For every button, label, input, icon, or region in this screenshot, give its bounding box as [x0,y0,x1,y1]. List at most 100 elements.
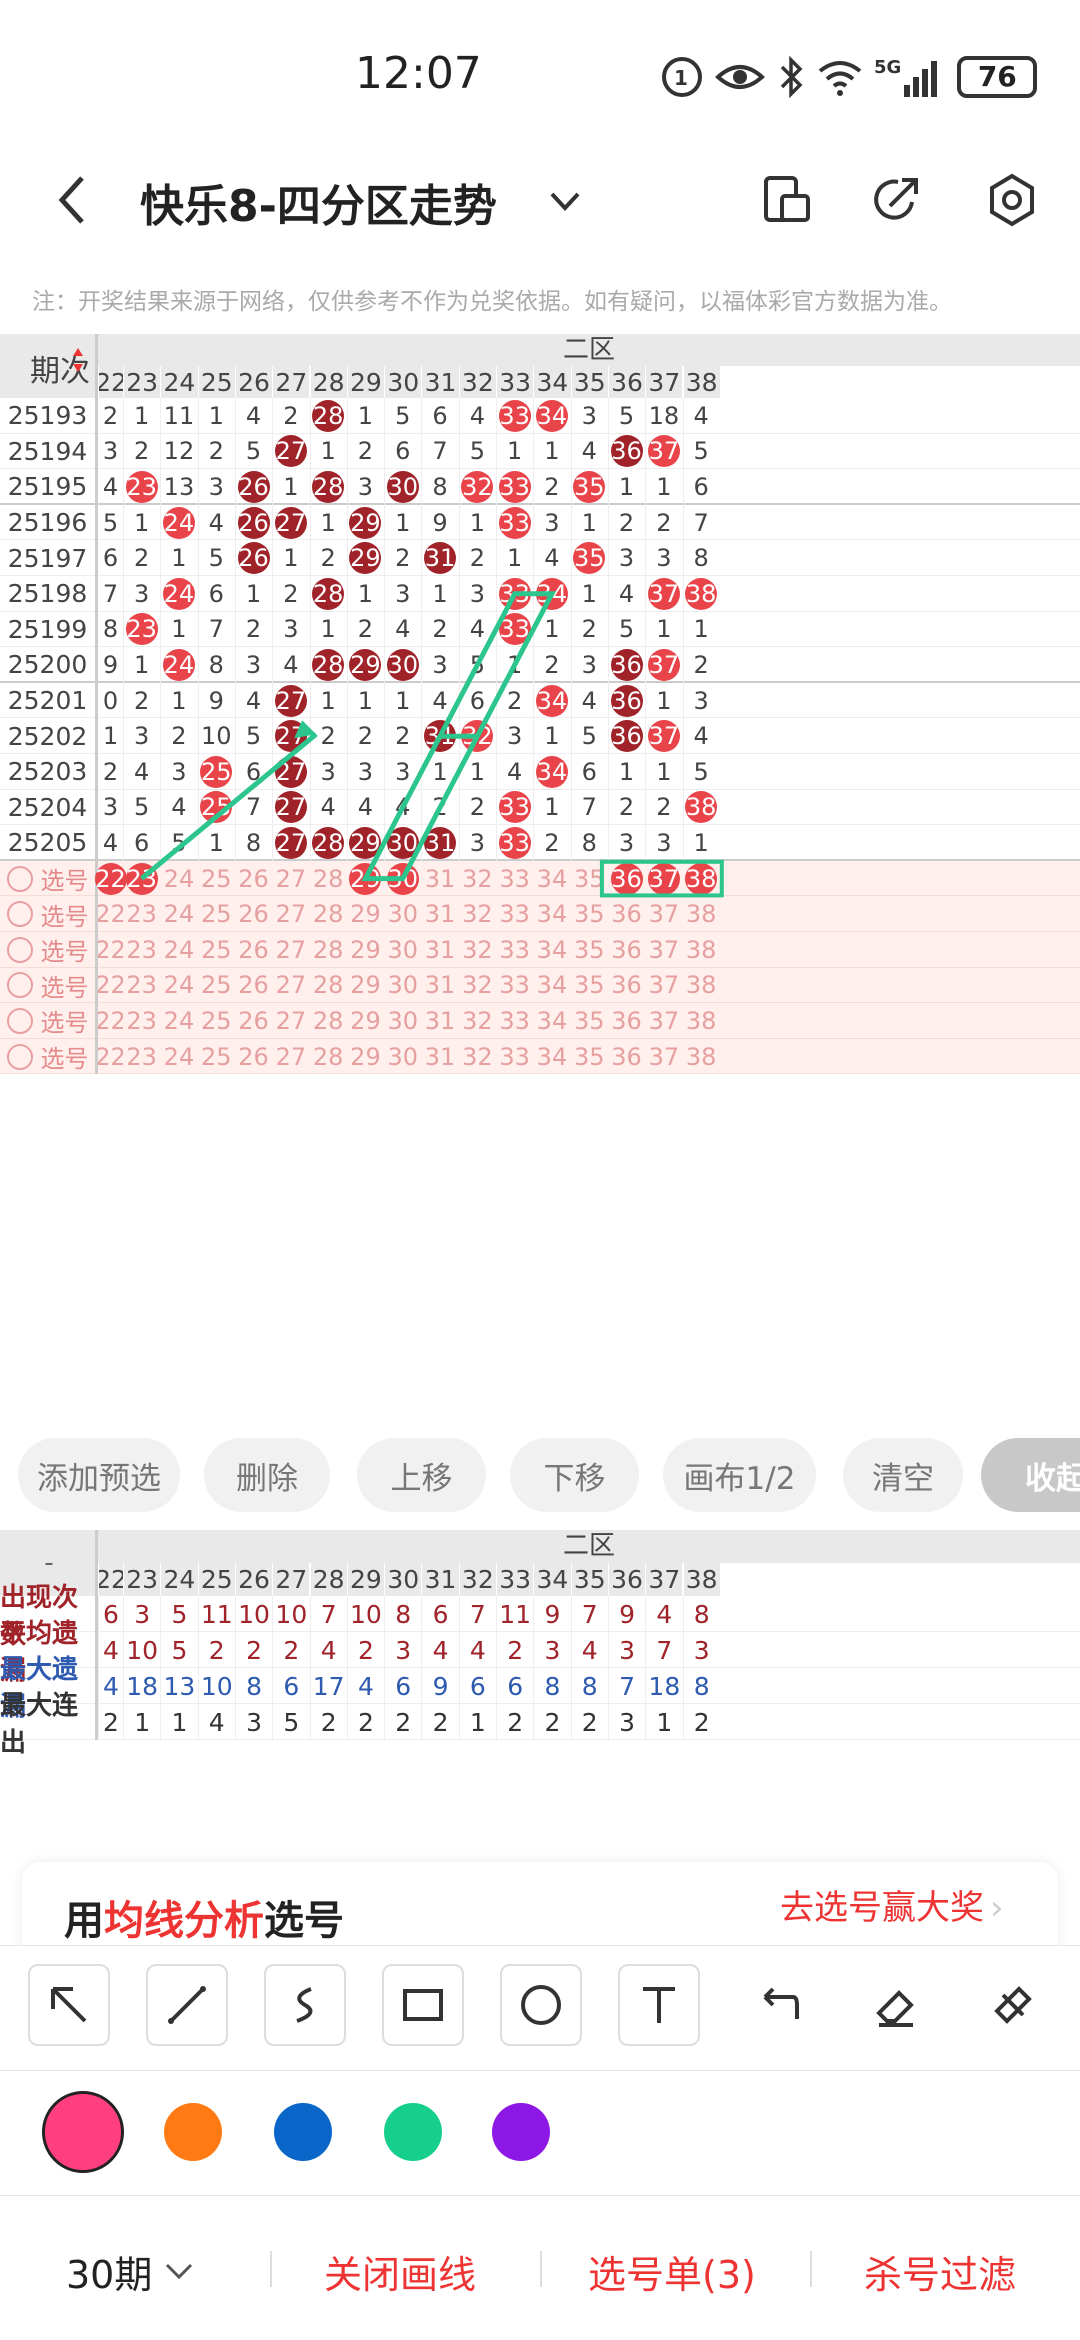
back-icon[interactable] [52,172,92,228]
stats-cell: 1 [645,1704,682,1740]
stats-cell: 2 [570,1704,608,1740]
stats-cell: 13 [160,1668,197,1704]
stats-cell: 4 [458,1632,496,1668]
stats-cell: 17 [309,1668,347,1704]
action-button-4[interactable]: 画布1/2 [663,1438,816,1512]
color-swatch-4[interactable] [492,2103,550,2161]
bottom-bar: 30期 关闭画线 选号单(3) 杀号过滤 [0,2195,1080,2340]
stats-cell: 2 [496,1704,533,1740]
divider [540,2251,542,2287]
wifi-icon [818,61,862,96]
drawn-arrow[interactable] [140,732,318,881]
clear-brush-button[interactable] [972,1964,1054,2046]
promo-link-text: 去选号赢大奖 [780,1888,984,1928]
stats-cell: 9 [607,1596,645,1632]
page-title[interactable]: 快乐8-四分区走势 [140,170,497,234]
stats-cell: 4 [570,1632,608,1668]
stats-row: 平均遗漏 4 10 5 2 2 2 4 2 3 4 4 2 3 4 3 7 3 [0,1619,1080,1686]
stats-table: -二区2223242526272829303132333435363738出现次… [0,1530,1080,1840]
stats-cell: 3 [384,1632,421,1668]
pick-list-button[interactable]: 选号单(3) [588,2244,756,2299]
line-tool-button[interactable] [146,1964,228,2046]
stats-cell: 4 [309,1632,347,1668]
action-button-5[interactable]: 清空 [843,1438,963,1512]
stats-cell: 2 [197,1632,235,1668]
stats-cell: 1 [458,1704,496,1740]
kill-filter-button[interactable]: 杀号过滤 [864,2244,1016,2299]
stats-column-header: 26 [234,1563,273,1596]
line-tool-icon [168,1986,206,2024]
color-swatch-3[interactable] [384,2103,442,2161]
promo-prefix: 用 [64,1898,104,1944]
color-swatch-0[interactable] [42,2091,124,2173]
promo-suffix: 选号 [264,1898,344,1944]
share-icon[interactable] [868,172,924,228]
stats-column-header: 22 [98,1563,123,1596]
promo-highlight: 均线分析 [104,1898,264,1944]
curve-tool-button[interactable] [264,1964,346,2046]
chevron-down-icon[interactable] [548,190,582,214]
promo-link[interactable]: 去选号赢大奖 › [780,1880,1004,1929]
stats-column-header: 33 [496,1563,534,1596]
stats-column-header: 37 [645,1563,683,1596]
settings-icon[interactable] [982,170,1042,230]
action-button-1[interactable]: 删除 [204,1438,330,1512]
status-bar: 12:07 1 5G 76 [0,0,1080,150]
stats-cell: 7 [570,1596,608,1632]
status-icons: 1 5G 76 [660,52,1038,102]
drawn-rectangle[interactable] [599,859,724,898]
stats-cell: 2 [272,1632,309,1668]
bluetooth-icon [780,55,803,99]
screen-rotate-icon[interactable] [758,172,814,228]
stats-cell: 2 [496,1632,533,1668]
stats-cell: 6 [384,1668,421,1704]
stats-cell: 6 [98,1596,123,1632]
action-button-0[interactable]: 添加预选 [18,1438,180,1512]
chevron-down-icon [166,2263,193,2279]
pick-action-bar: 添加预选 删除 上移 下移 画布1/2 清空 收起 [0,1430,1080,1520]
color-swatch-2[interactable] [274,2103,332,2161]
stats-cell: 2 [234,1632,272,1668]
arrow-tool-button[interactable] [28,1964,110,2046]
stats-column-header: 23 [123,1563,161,1596]
divider [810,2251,812,2287]
stats-cell: 4 [421,1632,458,1668]
stats-cell: 6 [496,1668,533,1704]
stats-cell: 8 [234,1668,272,1704]
stats-column-header: 31 [421,1563,459,1596]
stats-cell: 4 [98,1632,123,1668]
action-button-2[interactable]: 上移 [357,1438,486,1512]
eraser-button[interactable] [854,1964,936,2046]
color-swatch-1[interactable] [164,2103,222,2161]
stats-cell: 5 [160,1632,197,1668]
signal-icon: 5G [874,57,938,97]
period-selector-label: 30期 [66,2253,153,2297]
circle-tool-icon [521,1985,561,2025]
text-tool-button[interactable] [618,1964,700,2046]
stats-cell: 7 [607,1668,645,1704]
circle-tool-button[interactable] [500,1964,582,2046]
stats-cell: 10 [272,1596,309,1632]
promo-title: 用均线分析选号 [64,1888,344,1946]
stats-cell: 2 [384,1704,421,1740]
stats-zone-header: 二区 [98,1530,1080,1563]
period-selector[interactable]: 30期 [66,2244,194,2299]
stats-column-header: 24 [160,1563,198,1596]
stats-column-header: 34 [533,1563,571,1596]
curve-tool-icon [296,1987,313,2023]
action-button-6[interactable]: 收起 [981,1438,1080,1512]
stats-column-header: 25 [197,1563,235,1596]
divider [270,2251,272,2287]
close-lines-button[interactable]: 关闭画线 [324,2244,476,2299]
stats-cell: 3 [123,1596,160,1632]
network-type: 5G [874,57,902,78]
undo-button[interactable] [736,1964,818,2046]
stats-cell: 2 [346,1632,384,1668]
stats-column-header: 27 [272,1563,310,1596]
stats-cell: 4 [346,1668,384,1704]
action-button-3[interactable]: 下移 [510,1438,639,1512]
rectangle-tool-button[interactable] [382,1964,464,2046]
stats-cell: 3 [682,1632,720,1668]
stats-cell: 3 [607,1704,645,1740]
drawing-overlay[interactable] [0,334,1080,1424]
